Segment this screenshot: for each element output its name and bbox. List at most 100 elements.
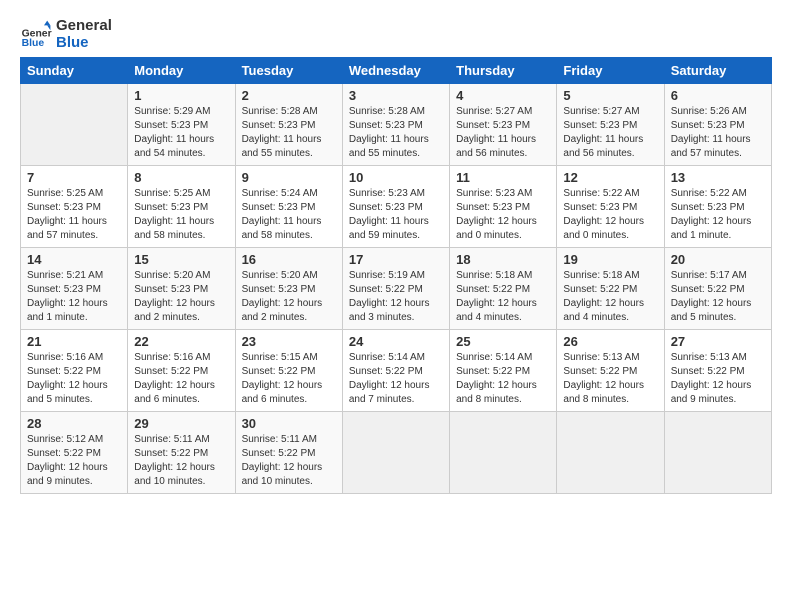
calendar-week-row: 28 Sunrise: 5:12 AM Sunset: 5:22 PM Dayli… bbox=[21, 412, 772, 494]
logo-icon: General Blue bbox=[20, 19, 52, 51]
calendar-cell: 30 Sunrise: 5:11 AM Sunset: 5:22 PM Dayli… bbox=[235, 412, 342, 494]
day-number: 5 bbox=[563, 88, 657, 103]
day-info: Sunrise: 5:23 AM Sunset: 5:23 PM Dayligh… bbox=[349, 187, 443, 243]
calendar-cell: 21 Sunrise: 5:16 AM Sunset: 5:22 PM Dayli… bbox=[21, 330, 128, 412]
calendar-cell: 25Sunrise: 5:14 AM Sunset: 5:22 PM Dayli… bbox=[450, 330, 557, 412]
calendar-week-row: 1 Sunrise: 5:29 AM Sunset: 5:23 PM Daylig… bbox=[21, 84, 772, 166]
calendar-cell: 2Sunrise: 5:28 AM Sunset: 5:23 PM Daylig… bbox=[235, 84, 342, 166]
day-info: Sunrise: 5:21 AM Sunset: 5:23 PM Dayligh… bbox=[27, 269, 121, 325]
day-info: Sunrise: 5:13 AM Sunset: 5:22 PM Dayligh… bbox=[563, 351, 657, 407]
calendar-cell: 5Sunrise: 5:27 AM Sunset: 5:23 PM Daylig… bbox=[557, 84, 664, 166]
weekday-header: Sunday bbox=[21, 58, 128, 84]
calendar-cell: 20Sunrise: 5:17 AM Sunset: 5:22 PM Dayli… bbox=[664, 248, 771, 330]
day-number: 10 bbox=[349, 170, 443, 185]
day-number: 30 bbox=[242, 416, 336, 431]
day-number: 14 bbox=[27, 252, 121, 267]
day-number: 27 bbox=[671, 334, 765, 349]
day-info: Sunrise: 5:15 AM Sunset: 5:22 PM Dayligh… bbox=[242, 351, 336, 407]
day-number: 1 bbox=[134, 88, 228, 103]
calendar-cell: 15Sunrise: 5:20 AM Sunset: 5:23 PM Dayli… bbox=[128, 248, 235, 330]
day-info: Sunrise: 5:22 AM Sunset: 5:23 PM Dayligh… bbox=[671, 187, 765, 243]
logo: General Blue General Blue bbox=[20, 18, 112, 51]
day-number: 3 bbox=[349, 88, 443, 103]
day-info: Sunrise: 5:18 AM Sunset: 5:22 PM Dayligh… bbox=[563, 269, 657, 325]
calendar-week-row: 21 Sunrise: 5:16 AM Sunset: 5:22 PM Dayli… bbox=[21, 330, 772, 412]
calendar-cell: 3Sunrise: 5:28 AM Sunset: 5:23 PM Daylig… bbox=[342, 84, 449, 166]
day-info: Sunrise: 5:16 AM Sunset: 5:22 PM Dayligh… bbox=[27, 351, 121, 407]
day-number: 25 bbox=[456, 334, 550, 349]
calendar-week-row: 14 Sunrise: 5:21 AM Sunset: 5:23 PM Dayli… bbox=[21, 248, 772, 330]
svg-text:Blue: Blue bbox=[22, 38, 45, 49]
day-number: 28 bbox=[27, 416, 121, 431]
calendar-cell bbox=[557, 412, 664, 494]
day-number: 24 bbox=[349, 334, 443, 349]
calendar-cell: 10 Sunrise: 5:23 AM Sunset: 5:23 PM Dayli… bbox=[342, 166, 449, 248]
day-number: 29 bbox=[134, 416, 228, 431]
day-info: Sunrise: 5:24 AM Sunset: 5:23 PM Dayligh… bbox=[242, 187, 336, 243]
calendar-cell bbox=[450, 412, 557, 494]
calendar-cell: 23 Sunrise: 5:15 AM Sunset: 5:22 PM Dayli… bbox=[235, 330, 342, 412]
day-info: Sunrise: 5:18 AM Sunset: 5:22 PM Dayligh… bbox=[456, 269, 550, 325]
calendar-cell: 28 Sunrise: 5:12 AM Sunset: 5:22 PM Dayli… bbox=[21, 412, 128, 494]
day-number: 13 bbox=[671, 170, 765, 185]
weekday-header: Thursday bbox=[450, 58, 557, 84]
day-number: 18 bbox=[456, 252, 550, 267]
day-info: Sunrise: 5:14 AM Sunset: 5:22 PM Dayligh… bbox=[349, 351, 443, 407]
day-info: Sunrise: 5:25 AM Sunset: 5:23 PM Dayligh… bbox=[27, 187, 121, 243]
day-number: 6 bbox=[671, 88, 765, 103]
calendar-cell: 19 Sunrise: 5:18 AM Sunset: 5:22 PM Dayli… bbox=[557, 248, 664, 330]
day-number: 21 bbox=[27, 334, 121, 349]
day-info: Sunrise: 5:19 AM Sunset: 5:22 PM Dayligh… bbox=[349, 269, 443, 325]
calendar-cell: 4 Sunrise: 5:27 AM Sunset: 5:23 PM Daylig… bbox=[450, 84, 557, 166]
day-number: 4 bbox=[456, 88, 550, 103]
weekday-header: Monday bbox=[128, 58, 235, 84]
day-info: Sunrise: 5:26 AM Sunset: 5:23 PM Dayligh… bbox=[671, 105, 765, 161]
day-info: Sunrise: 5:11 AM Sunset: 5:22 PM Dayligh… bbox=[242, 433, 336, 489]
day-number: 12 bbox=[563, 170, 657, 185]
calendar-cell: 22Sunrise: 5:16 AM Sunset: 5:22 PM Dayli… bbox=[128, 330, 235, 412]
calendar-cell: 17 Sunrise: 5:19 AM Sunset: 5:22 PM Dayli… bbox=[342, 248, 449, 330]
weekday-header: Saturday bbox=[664, 58, 771, 84]
day-number: 7 bbox=[27, 170, 121, 185]
calendar-cell: 8 Sunrise: 5:25 AM Sunset: 5:23 PM Daylig… bbox=[128, 166, 235, 248]
calendar-cell bbox=[21, 84, 128, 166]
day-info: Sunrise: 5:17 AM Sunset: 5:22 PM Dayligh… bbox=[671, 269, 765, 325]
weekday-header: Friday bbox=[557, 58, 664, 84]
calendar-week-row: 7 Sunrise: 5:25 AM Sunset: 5:23 PM Daylig… bbox=[21, 166, 772, 248]
calendar-cell: 29 Sunrise: 5:11 AM Sunset: 5:22 PM Dayli… bbox=[128, 412, 235, 494]
day-number: 15 bbox=[134, 252, 228, 267]
weekday-header: Tuesday bbox=[235, 58, 342, 84]
day-info: Sunrise: 5:11 AM Sunset: 5:22 PM Dayligh… bbox=[134, 433, 228, 489]
calendar-header-row: SundayMondayTuesdayWednesdayThursdayFrid… bbox=[21, 58, 772, 84]
day-number: 26 bbox=[563, 334, 657, 349]
day-info: Sunrise: 5:27 AM Sunset: 5:23 PM Dayligh… bbox=[456, 105, 550, 161]
day-info: Sunrise: 5:13 AM Sunset: 5:22 PM Dayligh… bbox=[671, 351, 765, 407]
calendar-cell: 1 Sunrise: 5:29 AM Sunset: 5:23 PM Daylig… bbox=[128, 84, 235, 166]
day-info: Sunrise: 5:12 AM Sunset: 5:22 PM Dayligh… bbox=[27, 433, 121, 489]
day-number: 8 bbox=[134, 170, 228, 185]
calendar-cell: 27 Sunrise: 5:13 AM Sunset: 5:22 PM Dayli… bbox=[664, 330, 771, 412]
calendar-cell: 26 Sunrise: 5:13 AM Sunset: 5:22 PM Dayli… bbox=[557, 330, 664, 412]
day-info: Sunrise: 5:25 AM Sunset: 5:23 PM Dayligh… bbox=[134, 187, 228, 243]
day-number: 19 bbox=[563, 252, 657, 267]
day-number: 17 bbox=[349, 252, 443, 267]
calendar-cell: 24 Sunrise: 5:14 AM Sunset: 5:22 PM Dayli… bbox=[342, 330, 449, 412]
day-info: Sunrise: 5:20 AM Sunset: 5:23 PM Dayligh… bbox=[242, 269, 336, 325]
calendar-cell: 11Sunrise: 5:23 AM Sunset: 5:23 PM Dayli… bbox=[450, 166, 557, 248]
day-info: Sunrise: 5:28 AM Sunset: 5:23 PM Dayligh… bbox=[242, 105, 336, 161]
day-info: Sunrise: 5:16 AM Sunset: 5:22 PM Dayligh… bbox=[134, 351, 228, 407]
calendar-cell: 16Sunrise: 5:20 AM Sunset: 5:23 PM Dayli… bbox=[235, 248, 342, 330]
calendar-cell: 13 Sunrise: 5:22 AM Sunset: 5:23 PM Dayli… bbox=[664, 166, 771, 248]
calendar-cell: 9Sunrise: 5:24 AM Sunset: 5:23 PM Daylig… bbox=[235, 166, 342, 248]
day-number: 11 bbox=[456, 170, 550, 185]
calendar-cell: 12 Sunrise: 5:22 AM Sunset: 5:23 PM Dayli… bbox=[557, 166, 664, 248]
calendar-cell bbox=[342, 412, 449, 494]
calendar-cell: 18 Sunrise: 5:18 AM Sunset: 5:22 PM Dayli… bbox=[450, 248, 557, 330]
calendar-cell: 6 Sunrise: 5:26 AM Sunset: 5:23 PM Daylig… bbox=[664, 84, 771, 166]
calendar-cell bbox=[664, 412, 771, 494]
page-header: General Blue General Blue bbox=[20, 18, 772, 51]
day-info: Sunrise: 5:22 AM Sunset: 5:23 PM Dayligh… bbox=[563, 187, 657, 243]
day-number: 23 bbox=[242, 334, 336, 349]
day-info: Sunrise: 5:29 AM Sunset: 5:23 PM Dayligh… bbox=[134, 105, 228, 161]
weekday-header: Wednesday bbox=[342, 58, 449, 84]
